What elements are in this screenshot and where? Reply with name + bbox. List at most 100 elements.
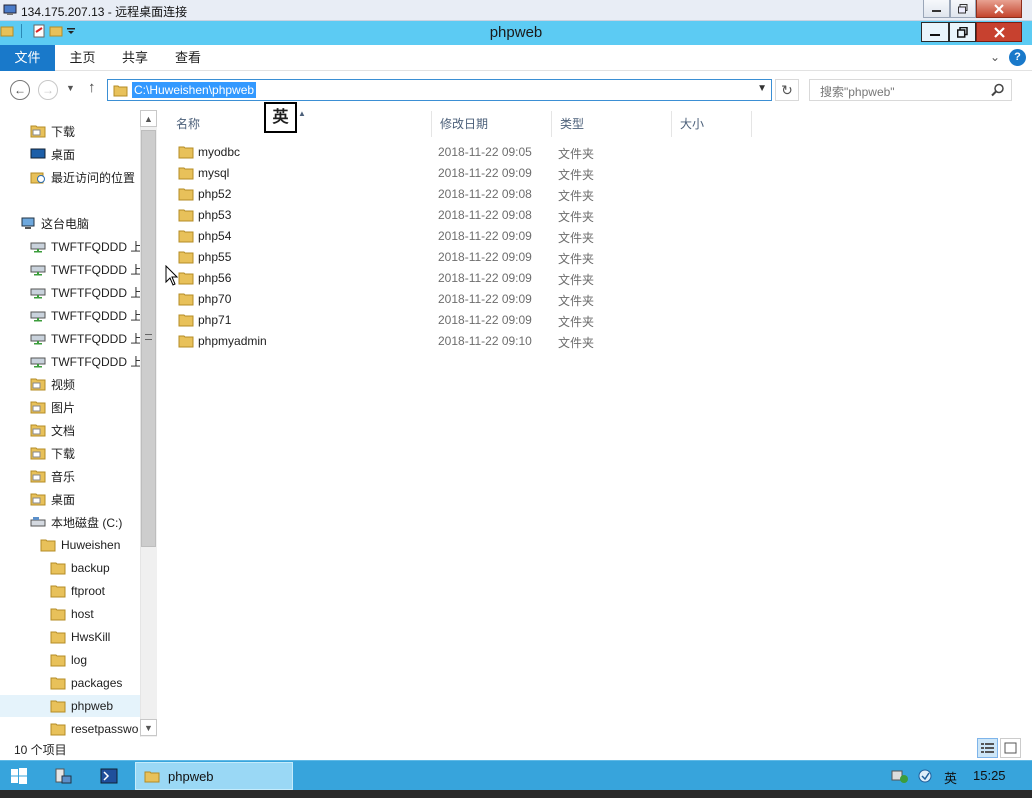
address-bar[interactable]: C:\Huweishen\phpweb ▼ — [107, 79, 772, 101]
rdp-minimize-button[interactable] — [923, 0, 950, 18]
rdp-restore-button[interactable] — [950, 0, 976, 18]
nav-item[interactable]: 音乐 — [30, 465, 75, 487]
nav-item[interactable]: 本地磁盘 (C:) — [30, 511, 122, 533]
file-row[interactable]: php54 2018-11-22 09:09 文件夹 — [174, 226, 764, 247]
nav-item[interactable]: HwsKill — [50, 626, 110, 648]
address-path[interactable]: C:\Huweishen\phpweb — [132, 82, 257, 98]
nav-item[interactable]: packages — [50, 672, 122, 694]
security-tray-icon[interactable] — [917, 768, 935, 784]
file-row[interactable]: php55 2018-11-22 09:09 文件夹 — [174, 247, 764, 268]
restore-button[interactable] — [949, 22, 976, 42]
ime-indicator: 英 — [264, 102, 297, 133]
file-row[interactable]: phpmyadmin 2018-11-22 09:10 文件夹 — [174, 331, 764, 352]
up-button[interactable]: ↑ — [88, 79, 96, 96]
search-icon[interactable] — [991, 83, 1005, 97]
ime-tray-indicator[interactable]: 英 — [944, 768, 957, 787]
nav-item[interactable]: 这台电脑 — [20, 212, 89, 234]
network-tray-icon[interactable] — [891, 768, 909, 784]
column-header-type[interactable]: 类型 — [552, 111, 672, 137]
nav-item[interactable]: Huweishen — [40, 534, 120, 556]
file-row[interactable]: php56 2018-11-22 09:09 文件夹 — [174, 268, 764, 289]
column-header-size[interactable]: 大小 — [672, 111, 752, 137]
folder-icon — [144, 771, 160, 783]
nav-item-label: 本地磁盘 (C:) — [51, 515, 123, 530]
nav-item[interactable]: 最近访问的位置 — [30, 166, 135, 188]
nav-item[interactable]: 视频 — [30, 373, 75, 395]
nav-item[interactable]: 图片 — [30, 396, 75, 418]
help-icon[interactable]: ? — [1009, 49, 1026, 66]
search-placeholder: 搜索"phpweb" — [820, 85, 895, 99]
refresh-button[interactable]: ↻ — [775, 79, 799, 101]
minimize-icon — [930, 34, 940, 36]
file-row[interactable]: php70 2018-11-22 09:09 文件夹 — [174, 289, 764, 310]
nav-item[interactable]: 下载 — [30, 442, 75, 464]
file-row[interactable]: php53 2018-11-22 09:08 文件夹 — [174, 205, 764, 226]
minimize-button[interactable] — [921, 22, 949, 42]
file-name: phpmyadmin — [198, 334, 267, 348]
nav-item[interactable]: 下载 — [30, 120, 75, 142]
nav-item[interactable]: 文档 — [30, 419, 75, 441]
taskbar: phpweb 英 15:25 — [0, 760, 1032, 790]
tab-share[interactable]: 共享 — [110, 45, 160, 71]
expand-ribbon-icon[interactable]: ⌄ — [990, 50, 1000, 64]
nav-item[interactable]: resetpasswo — [50, 718, 138, 737]
details-view-button[interactable] — [977, 738, 998, 758]
address-dropdown-icon[interactable]: ▼ — [757, 83, 767, 94]
file-name: php71 — [198, 313, 232, 327]
nav-item[interactable]: TWFTFQDDD 上 — [30, 235, 142, 257]
powershell-icon — [100, 768, 118, 784]
recent-locations-dropdown[interactable]: ▼ — [66, 83, 75, 93]
restore-icon — [957, 26, 968, 38]
forward-button[interactable]: → — [38, 80, 58, 100]
tab-home[interactable]: 主页 — [55, 45, 110, 71]
powershell-button[interactable] — [96, 761, 122, 791]
sort-ascending-icon: ▲ — [298, 109, 306, 118]
nav-item-label: Huweishen — [61, 538, 121, 552]
file-row[interactable]: mysql 2018-11-22 09:09 文件夹 — [174, 163, 764, 184]
nav-item[interactable]: 桌面 — [30, 143, 75, 165]
file-name: myodbc — [198, 145, 241, 159]
nav-item-label: 桌面 — [51, 147, 76, 162]
file-date: 2018-11-22 09:09 — [438, 313, 532, 327]
file-type: 文件夹 — [558, 273, 595, 287]
nav-item[interactable]: phpweb — [0, 695, 140, 717]
folder-icon — [178, 335, 194, 348]
nav-item[interactable]: TWFTFQDDD 上 — [30, 281, 142, 303]
local-disk-icon — [30, 517, 46, 527]
file-row[interactable]: php71 2018-11-22 09:09 文件夹 — [174, 310, 764, 331]
nav-item-label: log — [71, 653, 88, 667]
nav-item[interactable]: 桌面 — [30, 488, 75, 510]
clock[interactable]: 15:25 — [973, 768, 1006, 783]
folder-icon — [178, 293, 194, 306]
search-box[interactable]: 搜索"phpweb" — [809, 79, 1012, 101]
nav-scrollbar-thumb[interactable] — [141, 130, 156, 547]
file-row[interactable]: myodbc 2018-11-22 09:05 文件夹 — [174, 142, 764, 163]
scroll-up-button[interactable]: ▲ — [140, 110, 157, 127]
network-drive-icon — [30, 357, 46, 368]
nav-item[interactable]: TWFTFQDDD 上 — [30, 304, 142, 326]
folder-icon — [178, 230, 194, 243]
rdp-close-button[interactable] — [976, 0, 1022, 18]
nav-item[interactable]: TWFTFQDDD 上 — [30, 258, 142, 280]
nav-item[interactable]: TWFTFQDDD 上 — [30, 350, 142, 372]
details-view-icon — [981, 743, 994, 753]
nav-item[interactable]: log — [50, 649, 87, 671]
nav-item[interactable]: TWFTFQDDD 上 — [30, 327, 142, 349]
taskbar-explorer-item[interactable]: phpweb — [135, 762, 293, 790]
scroll-down-button[interactable]: ▼ — [140, 719, 157, 736]
back-button[interactable]: ← — [10, 80, 30, 100]
nav-item[interactable]: host — [50, 603, 94, 625]
large-icons-view-button[interactable] — [1000, 738, 1021, 758]
network-drive-icon — [30, 265, 46, 276]
start-button[interactable] — [6, 761, 32, 791]
server-manager-button[interactable] — [50, 761, 76, 791]
status-bar: 10 个项目 — [0, 737, 1032, 760]
tab-file[interactable]: 文件 — [0, 45, 55, 71]
column-header-date[interactable]: 修改日期 — [432, 111, 552, 137]
close-button[interactable] — [976, 22, 1022, 42]
file-row[interactable]: php52 2018-11-22 09:08 文件夹 — [174, 184, 764, 205]
nav-item[interactable]: ftproot — [50, 580, 105, 602]
nav-item[interactable]: backup — [50, 557, 110, 579]
tab-view[interactable]: 查看 — [162, 45, 214, 71]
explorer-title-bar: phpweb — [0, 21, 1032, 45]
